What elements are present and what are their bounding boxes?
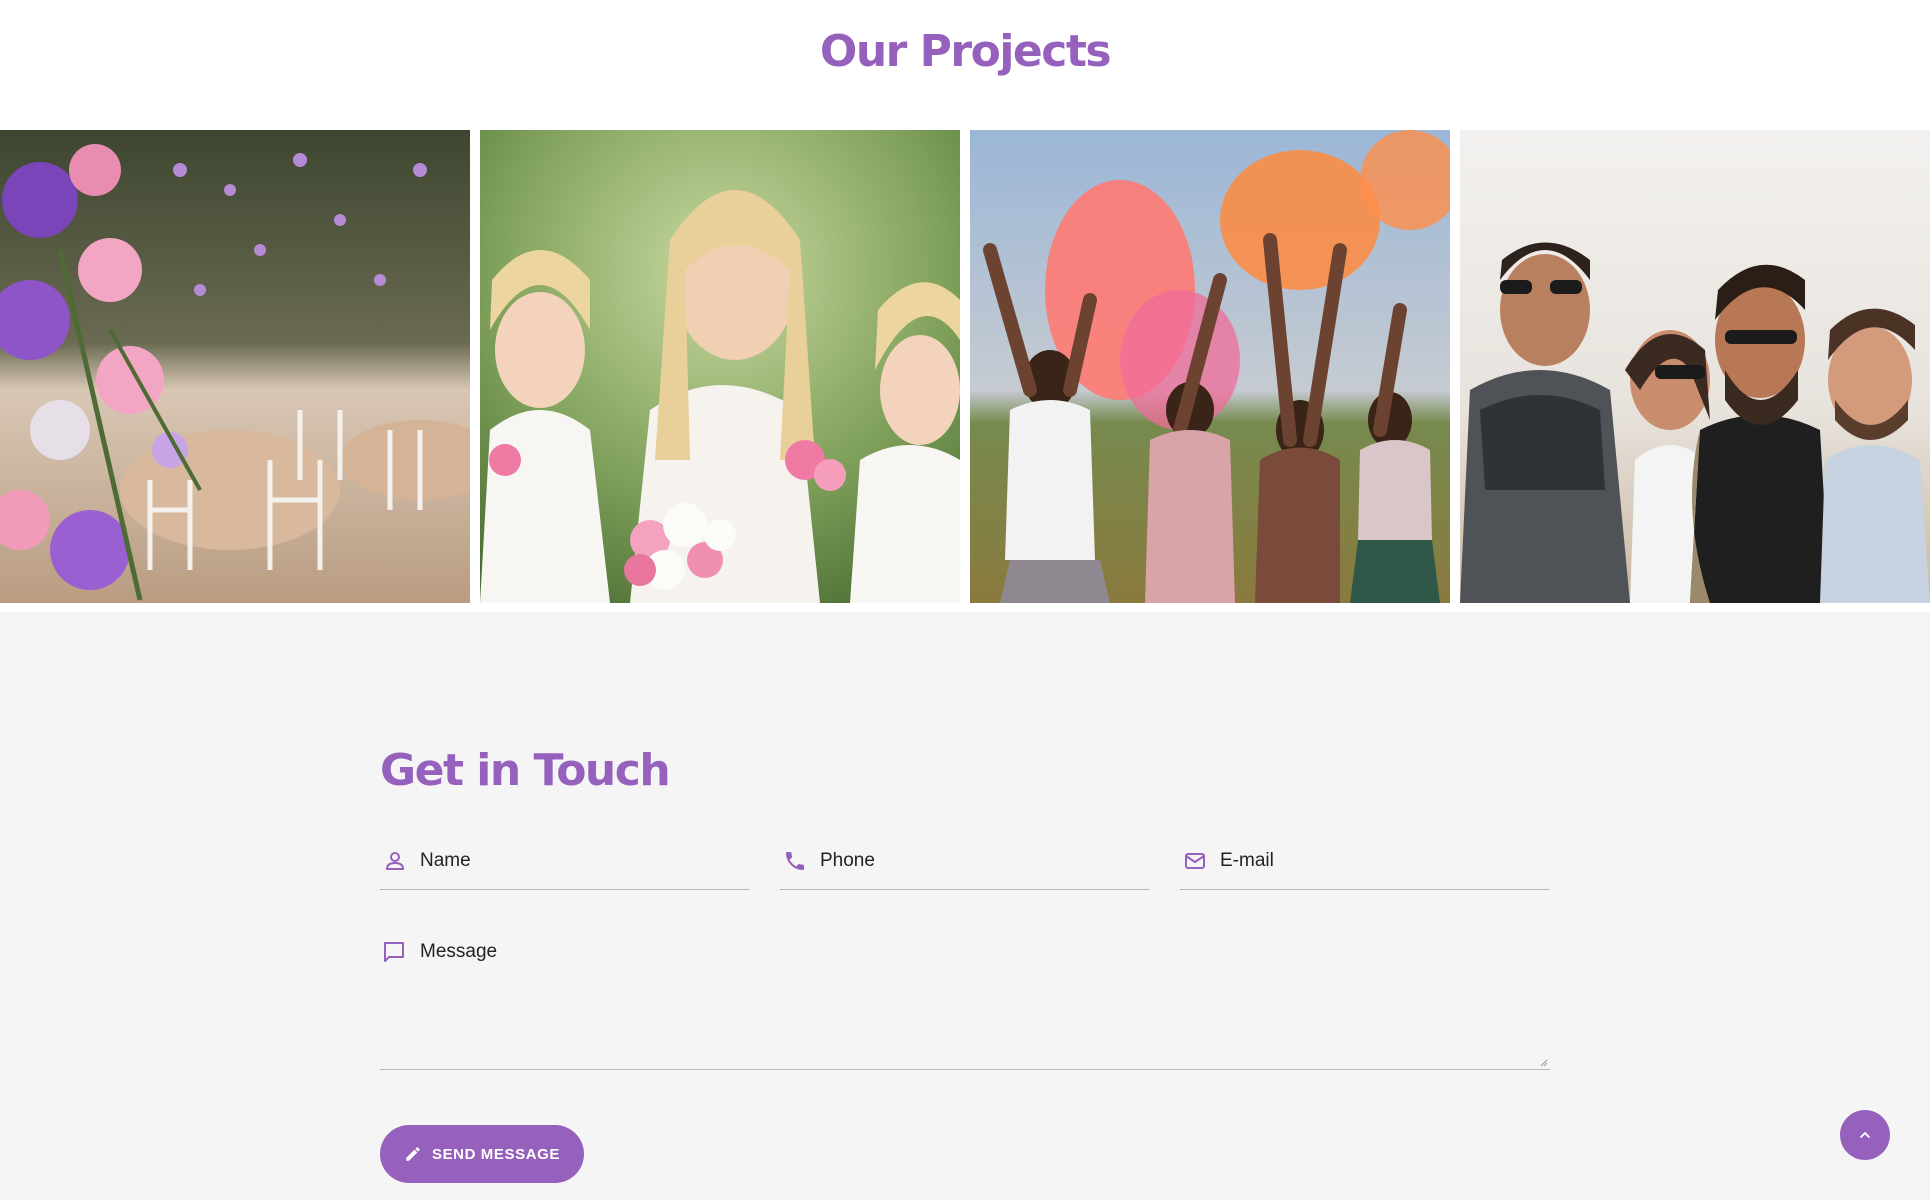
projects-title: Our Projects [819, 26, 1112, 77]
chat-icon [382, 940, 408, 966]
chevron-up-icon [1860, 1132, 1870, 1138]
project-image-bride[interactable] [480, 130, 960, 603]
person-icon [382, 848, 408, 874]
pencil-icon [406, 1147, 420, 1161]
scroll-to-top-button[interactable] [1840, 1110, 1890, 1160]
name-field [380, 838, 750, 890]
phone-icon [782, 848, 808, 874]
mail-icon [1182, 848, 1208, 874]
resize-grip-icon[interactable] [1540, 1059, 1548, 1067]
name-input[interactable] [420, 848, 720, 874]
send-message-button[interactable]: SEND MESSAGE [380, 1125, 584, 1183]
contact-section: Get in Touch SEND MESSAGE [0, 612, 1930, 1200]
project-gallery [0, 130, 1930, 603]
message-field [380, 928, 1550, 1070]
email-input[interactable] [1220, 848, 1520, 874]
send-message-label: SEND MESSAGE [431, 1145, 561, 1163]
message-input[interactable] [420, 940, 1520, 1050]
project-image-friends[interactable] [1460, 130, 1930, 603]
project-image-wedding-reception[interactable] [0, 130, 470, 603]
projects-section: Our Projects [0, 0, 1930, 612]
contact-title: Get in Touch [380, 745, 671, 796]
email-field [1180, 838, 1550, 890]
project-image-color-festival[interactable] [970, 130, 1450, 603]
phone-field [780, 838, 1150, 890]
phone-input[interactable] [820, 848, 1120, 874]
